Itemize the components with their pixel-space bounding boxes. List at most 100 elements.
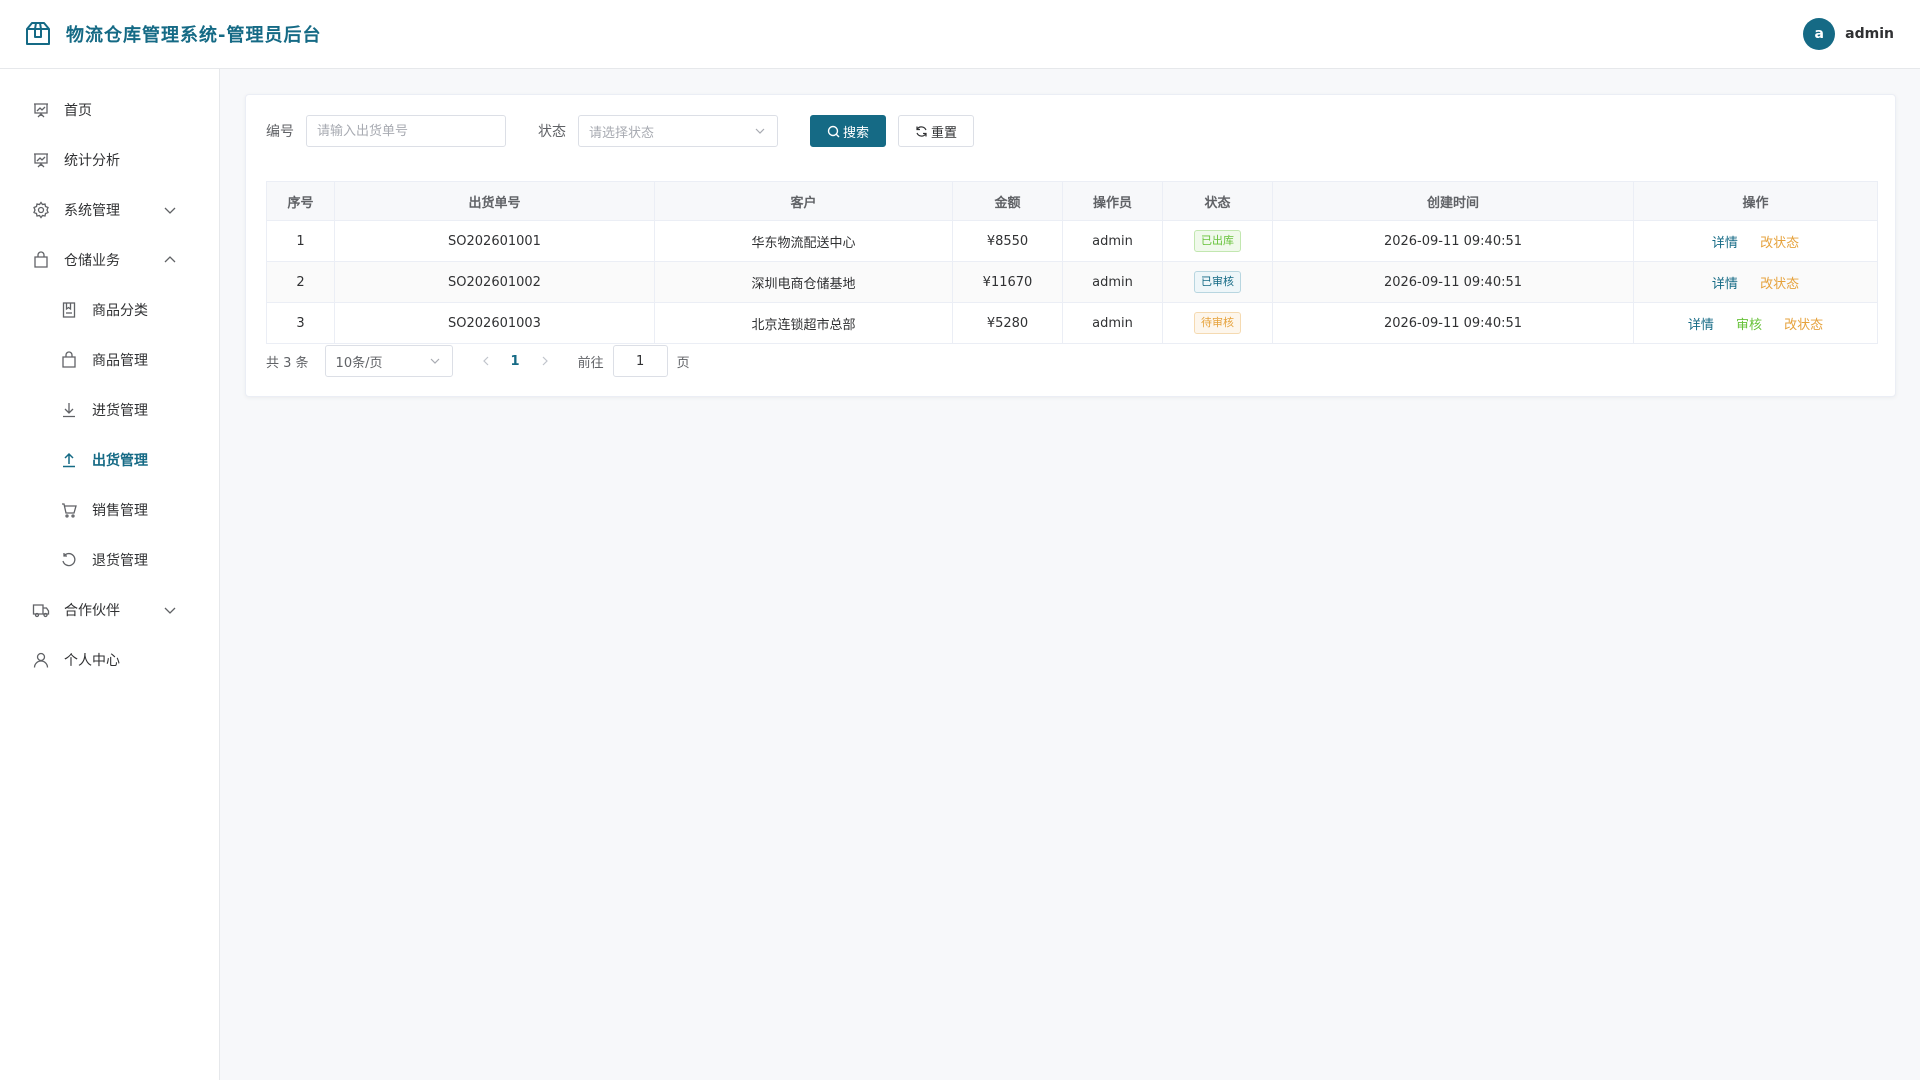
sidebar-item-label: 统计分析 [64,153,120,169]
detail-link[interactable]: 详情 [1688,318,1714,333]
bag-icon [60,351,78,369]
page-size-value: 10条/页 [335,355,383,371]
gear-icon [32,201,50,219]
chevron-down-icon [753,124,767,138]
operator: admin [1062,261,1163,303]
sidebar: 首页 统计分析 系统管理 仓储业务 商品分类 商品管理 进货管理 出货管理 销售… [0,69,220,1080]
search-button-label: 搜索 [843,125,870,141]
row-index: 2 [266,261,335,303]
sidebar-item-label: 商品管理 [92,353,148,369]
brand: 物流仓库管理系统-管理员后台 [24,20,321,48]
column-header: 操作员 [1062,181,1163,221]
next-page-icon[interactable] [538,354,552,368]
sidebar-item-returns[interactable]: 退货管理 [0,535,219,585]
row-index: 1 [266,220,335,262]
user-name[interactable]: admin [1845,26,1894,42]
sidebar-item-label: 退货管理 [92,553,148,569]
refresh-icon [60,551,78,569]
reset-button-label: 重置 [931,125,958,141]
approve-link[interactable]: 审核 [1736,318,1762,333]
app-title: 物流仓库管理系统-管理员后台 [66,25,322,46]
upload-icon [60,451,78,469]
avatar[interactable]: a [1803,18,1836,50]
top-header: 物流仓库管理系统-管理员后台 a admin [0,0,1920,69]
user-icon [32,651,50,669]
table-header-row: 序号 出货单号 客户 金额 操作员 状态 创建时间 操作 [266,181,1878,221]
column-header: 客户 [654,181,953,221]
box-logo-icon [24,20,52,48]
pagination: 共 3 条 10条/页 1 前往 页 [266,345,690,377]
search-form: 编号 状态 请选择状态 搜索 重置 [266,115,975,147]
sidebar-item-label: 进货管理 [92,403,148,419]
user-menu[interactable]: a admin [1803,18,1894,50]
change-status-link[interactable]: 改状态 [1784,318,1823,333]
sidebar-item-inbound[interactable]: 进货管理 [0,385,219,435]
chevron-down-icon [428,354,442,368]
operator: admin [1062,302,1163,344]
sidebar-item-label: 系统管理 [64,203,120,219]
actions-cell: 详情 改状态 [1633,261,1878,303]
search-button[interactable]: 搜索 [810,115,887,147]
sidebar-item-warehouse[interactable]: 仓储业务 [0,235,219,285]
status-label: 状态 [538,124,566,140]
reset-button[interactable]: 重置 [898,115,975,147]
sidebar-item-outbound[interactable]: 出货管理 [0,435,219,485]
presentation-icon [32,151,50,169]
sidebar-item-home[interactable]: 首页 [0,85,219,135]
sidebar-item-label: 仓储业务 [64,253,120,269]
goto-page-input[interactable] [612,345,668,377]
column-header: 操作 [1633,181,1878,221]
table-row: 2 SO202601002 深圳电商仓储基地 ¥11670 admin 已审核 … [266,261,1878,303]
detail-link[interactable]: 详情 [1712,277,1738,292]
sidebar-item-products[interactable]: 商品管理 [0,335,219,385]
chevron-down-icon[interactable] [162,602,178,618]
sidebar-item-statistics[interactable]: 统计分析 [0,135,219,185]
outbound-table: 序号 出货单号 客户 金额 操作员 状态 创建时间 操作 1 SO2026010… [266,181,1878,344]
column-header: 状态 [1162,181,1273,221]
cart-icon [60,501,78,519]
change-status-link[interactable]: 改状态 [1760,236,1799,251]
sidebar-item-system[interactable]: 系统管理 [0,185,219,235]
customer: 华东物流配送中心 [654,220,953,262]
amount: ¥8550 [952,220,1063,262]
search-icon [827,125,840,138]
amount: ¥11670 [952,261,1063,303]
status-badge: 已审核 [1194,271,1241,293]
sidebar-item-label: 销售管理 [92,503,148,519]
chevron-down-icon[interactable] [162,202,178,218]
operator: admin [1062,220,1163,262]
customer: 北京连锁超市总部 [654,302,953,344]
page-number[interactable]: 1 [511,354,520,369]
status-select[interactable]: 请选择状态 [578,115,778,147]
refresh-icon [915,125,928,138]
actions-cell: 详情 审核 改状态 [1633,302,1878,344]
order-no: SO202601003 [334,302,655,344]
created-time: 2026-09-11 09:40:51 [1272,302,1634,344]
sidebar-item-label: 商品分类 [92,303,148,319]
actions-cell: 详情 改状态 [1633,220,1878,262]
truck-icon [32,601,50,619]
status-cell: 已出库 [1162,220,1273,262]
presentation-icon [32,101,50,119]
sidebar-item-profile[interactable]: 个人中心 [0,635,219,685]
change-status-link[interactable]: 改状态 [1760,277,1799,292]
prev-page-icon[interactable] [479,354,493,368]
goto-label: 前往 [577,355,604,371]
status-select-placeholder: 请选择状态 [589,125,655,141]
order-code-input[interactable] [306,115,506,147]
row-index: 3 [266,302,335,344]
page-size-select[interactable]: 10条/页 [324,345,453,377]
customer: 深圳电商仓储基地 [654,261,953,303]
sidebar-item-label: 出货管理 [92,453,148,469]
sidebar-item-label: 个人中心 [64,653,120,669]
sidebar-item-sales[interactable]: 销售管理 [0,485,219,535]
notebook-icon [60,301,78,319]
chevron-up-icon[interactable] [162,252,178,268]
sidebar-item-partners[interactable]: 合作伙伴 [0,585,219,635]
sidebar-item-product-category[interactable]: 商品分类 [0,285,219,335]
order-no: SO202601001 [334,220,655,262]
detail-link[interactable]: 详情 [1712,236,1738,251]
sidebar-item-label: 首页 [64,103,92,119]
column-header: 序号 [266,181,335,221]
column-header: 创建时间 [1272,181,1634,221]
